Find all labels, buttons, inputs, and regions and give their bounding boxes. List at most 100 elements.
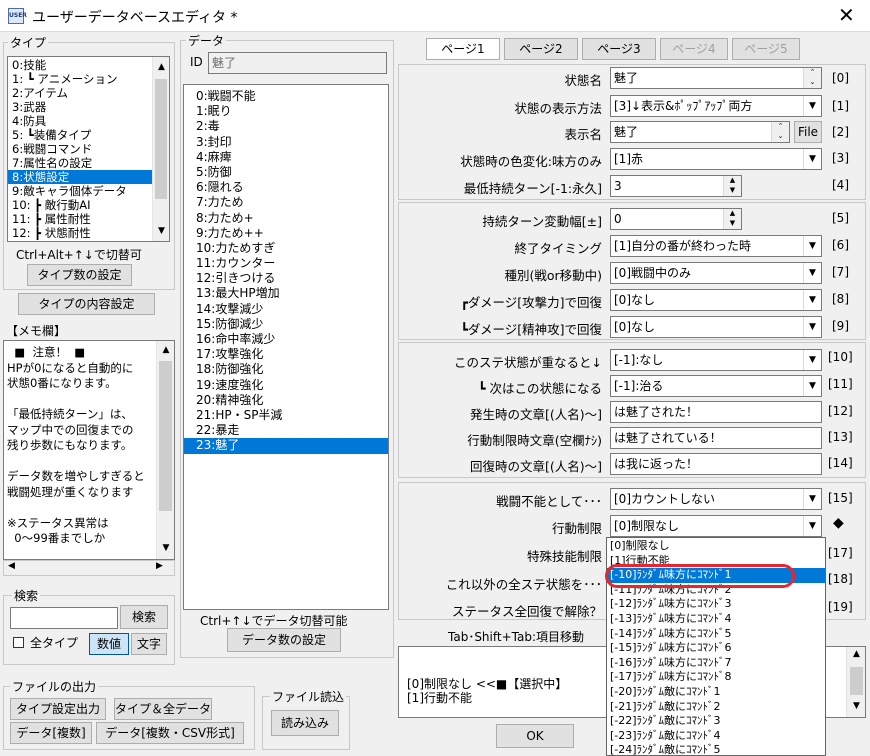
type-list-item[interactable]: 12: ┣ 状態耐性: [8, 226, 152, 240]
restrict-option[interactable]: [-12]ﾗﾝﾀﾞﾑ味方にｺﾏﾝﾄﾞ3: [607, 597, 825, 612]
data-list-item[interactable]: 9:力ため++: [194, 226, 388, 241]
data-list-item[interactable]: 10:力ためすぎ: [194, 241, 388, 256]
display-name-field[interactable]: 魅了 ⌃ ⌄: [610, 121, 790, 143]
data-list-item[interactable]: 4:麻痺: [194, 150, 388, 165]
close-icon[interactable]: ✕: [838, 3, 855, 27]
msg-restrict-field[interactable]: は魅了されている！: [610, 427, 822, 449]
turn-variance-field[interactable]: 0 ▲ ▼: [610, 208, 742, 230]
restrict-option[interactable]: [-20]ﾗﾝﾀﾞﾑ敵にｺﾏﾝﾄﾞ1: [607, 685, 825, 700]
data-list-item[interactable]: 1:眠り: [194, 104, 388, 119]
type-list-item[interactable]: 11: ┣ 属性耐性: [8, 212, 152, 226]
data-list-item[interactable]: 16:命中率減少: [194, 332, 388, 347]
display-method-select[interactable]: [3]↓表示&ﾎﾟｯﾌﾟｱｯﾌﾟ両方 ▼: [610, 95, 822, 117]
chevron-down-icon[interactable]: ▼: [803, 516, 821, 536]
type-list-item[interactable]: 2:アイテム: [8, 86, 152, 100]
atk-heal-select[interactable]: [0]なし ▼: [610, 289, 822, 311]
help-scrollbar[interactable]: ▲ ▼: [846, 647, 865, 717]
data-list-item[interactable]: 8:力ため+: [194, 211, 388, 226]
memo-scrollbar[interactable]: ▲ ▼: [156, 341, 174, 559]
data-list-item[interactable]: 7:力ため: [194, 195, 388, 210]
data-list-item[interactable]: 21:HP・SP半減: [194, 408, 388, 423]
data-csv-button[interactable]: データ[複数・CSV形式]: [96, 722, 244, 744]
search-button[interactable]: 検索: [120, 605, 168, 629]
scroll-down-icon[interactable]: ▼: [847, 701, 865, 711]
scroll-down-icon[interactable]: ▼: [153, 221, 169, 241]
memo-hscrollbar[interactable]: ◀ ▶: [3, 560, 175, 576]
turn-variance-spinner[interactable]: ▲ ▼: [723, 209, 741, 229]
tab-page-3[interactable]: ページ3: [582, 38, 656, 60]
data-list-item[interactable]: 0:戦闘不能: [194, 89, 388, 104]
data-list-item[interactable]: 19:速度強化: [194, 378, 388, 393]
type-list-item[interactable]: 0:技能: [8, 58, 152, 72]
overlap-select[interactable]: [-1]:なし ▼: [610, 349, 822, 371]
type-all-data-button[interactable]: タイプ＆全データ: [114, 698, 212, 720]
restrict-option[interactable]: [-15]ﾗﾝﾀﾞﾑ味方にｺﾏﾝﾄﾞ6: [607, 641, 825, 656]
ok-button[interactable]: OK: [496, 724, 574, 748]
chevron-down-icon[interactable]: ▼: [803, 350, 821, 370]
chevron-down-icon[interactable]: ▼: [803, 96, 821, 116]
scroll-down-icon[interactable]: ▼: [157, 539, 174, 557]
type-count-button[interactable]: タイプ数の設定: [27, 264, 132, 286]
file-button[interactable]: File: [794, 121, 822, 143]
scroll-up-icon[interactable]: ▲: [847, 649, 865, 659]
restrict-option[interactable]: [-24]ﾗﾝﾀﾞﾑ敵にｺﾏﾝﾄﾞ5: [607, 743, 825, 755]
tab-page-4[interactable]: ページ4: [660, 38, 728, 60]
state-name-scroll[interactable]: ⌃ ⌄: [803, 68, 821, 88]
restrict-option[interactable]: [-17]ﾗﾝﾀﾞﾑ味方にｺﾏﾝﾄﾞ8: [607, 670, 825, 685]
color-change-select[interactable]: [1]赤 ▼: [610, 148, 822, 170]
data-list-item[interactable]: 18:防御強化: [194, 362, 388, 377]
state-name-field[interactable]: 魅了 ⌃ ⌄: [610, 67, 822, 89]
data-list-item[interactable]: 23:魅了: [184, 438, 388, 454]
kind-select[interactable]: [0]戦闘中のみ ▼: [610, 262, 822, 284]
search-input[interactable]: [10, 607, 118, 629]
chevron-down-icon[interactable]: ▼: [803, 290, 821, 310]
restrict-option[interactable]: [-22]ﾗﾝﾀﾞﾑ敵にｺﾏﾝﾄﾞ3: [607, 714, 825, 729]
display-name-scroll[interactable]: ⌃ ⌄: [771, 122, 789, 142]
scroll-left-icon[interactable]: ◀: [8, 561, 15, 571]
data-list-item[interactable]: 13:最大HP増加: [194, 286, 388, 301]
type-setting-output-button[interactable]: タイプ設定出力: [10, 698, 106, 720]
tab-page-1[interactable]: ページ1: [426, 38, 500, 60]
msg-heal-field[interactable]: は我に返った！: [610, 453, 822, 475]
memo-area[interactable]: ■ 注意！ ■ HPが0になると自動的に 状態0番になります。 「最低持続ターン」は…: [3, 340, 175, 560]
numeric-toggle[interactable]: 数値: [89, 633, 129, 655]
scroll-right-icon[interactable]: ▶: [156, 561, 163, 571]
type-list-item[interactable]: 10: ┣ 敵行動AI: [8, 198, 152, 212]
chevron-down-icon[interactable]: ▼: [803, 317, 821, 337]
type-list-item[interactable]: 8:状態設定: [8, 170, 152, 184]
next-state-select[interactable]: [-1]:治る ▼: [610, 375, 822, 397]
restrict-option[interactable]: [-13]ﾗﾝﾀﾞﾑ味方にｺﾏﾝﾄﾞ4: [607, 612, 825, 627]
data-list-item[interactable]: 3:封印: [194, 135, 388, 150]
restrict-option[interactable]: [-21]ﾗﾝﾀﾞﾑ敵にｺﾏﾝﾄﾞ2: [607, 700, 825, 715]
restrict-option[interactable]: [0]制限なし: [607, 539, 825, 554]
data-list[interactable]: 0:戦闘不能 1:眠り 2:毒 3:封印 4:麻痺 5:防御 6:隠れる 7:力ため 8:力ため…: [183, 84, 389, 610]
type-list-item[interactable]: 9:敵キャラ個体データ: [8, 184, 152, 198]
data-list-item[interactable]: 12:引きつける: [194, 271, 388, 286]
spi-heal-select[interactable]: [0]なし ▼: [610, 316, 822, 338]
data-list-item[interactable]: 6:隠れる: [194, 180, 388, 195]
scroll-up-icon[interactable]: ▲: [153, 57, 169, 77]
data-list-item[interactable]: 11:カウンター: [194, 256, 388, 271]
data-list-item[interactable]: 14:攻撃減少: [194, 302, 388, 317]
data-list-item[interactable]: 20:精神強化: [194, 393, 388, 408]
data-list-item[interactable]: 15:防御減少: [194, 317, 388, 332]
type-list-scrollbar[interactable]: ▲ ▼: [152, 57, 169, 241]
type-list-item[interactable]: 5: ┗装備タイプ: [8, 128, 152, 142]
load-button[interactable]: 読み込み: [271, 710, 339, 736]
restrict-select[interactable]: [0]制限なし ▼: [610, 515, 822, 537]
scroll-up-icon[interactable]: ▲: [157, 341, 174, 359]
type-list[interactable]: 0:技能 1: ┗ アニメーション 2:アイテム 3:武器 4:防具 5: ┗装備タイプ 6…: [7, 56, 170, 242]
chevron-down-icon[interactable]: ▼: [803, 236, 821, 256]
data-list-item[interactable]: 5:防御: [194, 165, 388, 180]
chevron-down-icon[interactable]: ▼: [803, 489, 821, 509]
tab-page-5[interactable]: ページ5: [732, 38, 800, 60]
chevron-down-icon[interactable]: ▼: [803, 376, 821, 396]
id-field[interactable]: 魅了: [208, 52, 387, 74]
restrict-option[interactable]: [-16]ﾗﾝﾀﾞﾑ味方にｺﾏﾝﾄﾞ7: [607, 656, 825, 671]
end-timing-select[interactable]: [1]自分の番が終わった時 ▼: [610, 235, 822, 257]
msg-start-field[interactable]: は魅了された！: [610, 401, 822, 423]
restrict-option[interactable]: [-14]ﾗﾝﾀﾞﾑ味方にｺﾏﾝﾄﾞ5: [607, 627, 825, 642]
chevron-down-icon[interactable]: ▼: [803, 263, 821, 283]
data-list-item[interactable]: 17:攻撃強化: [194, 347, 388, 362]
tab-page-2[interactable]: ページ2: [504, 38, 578, 60]
